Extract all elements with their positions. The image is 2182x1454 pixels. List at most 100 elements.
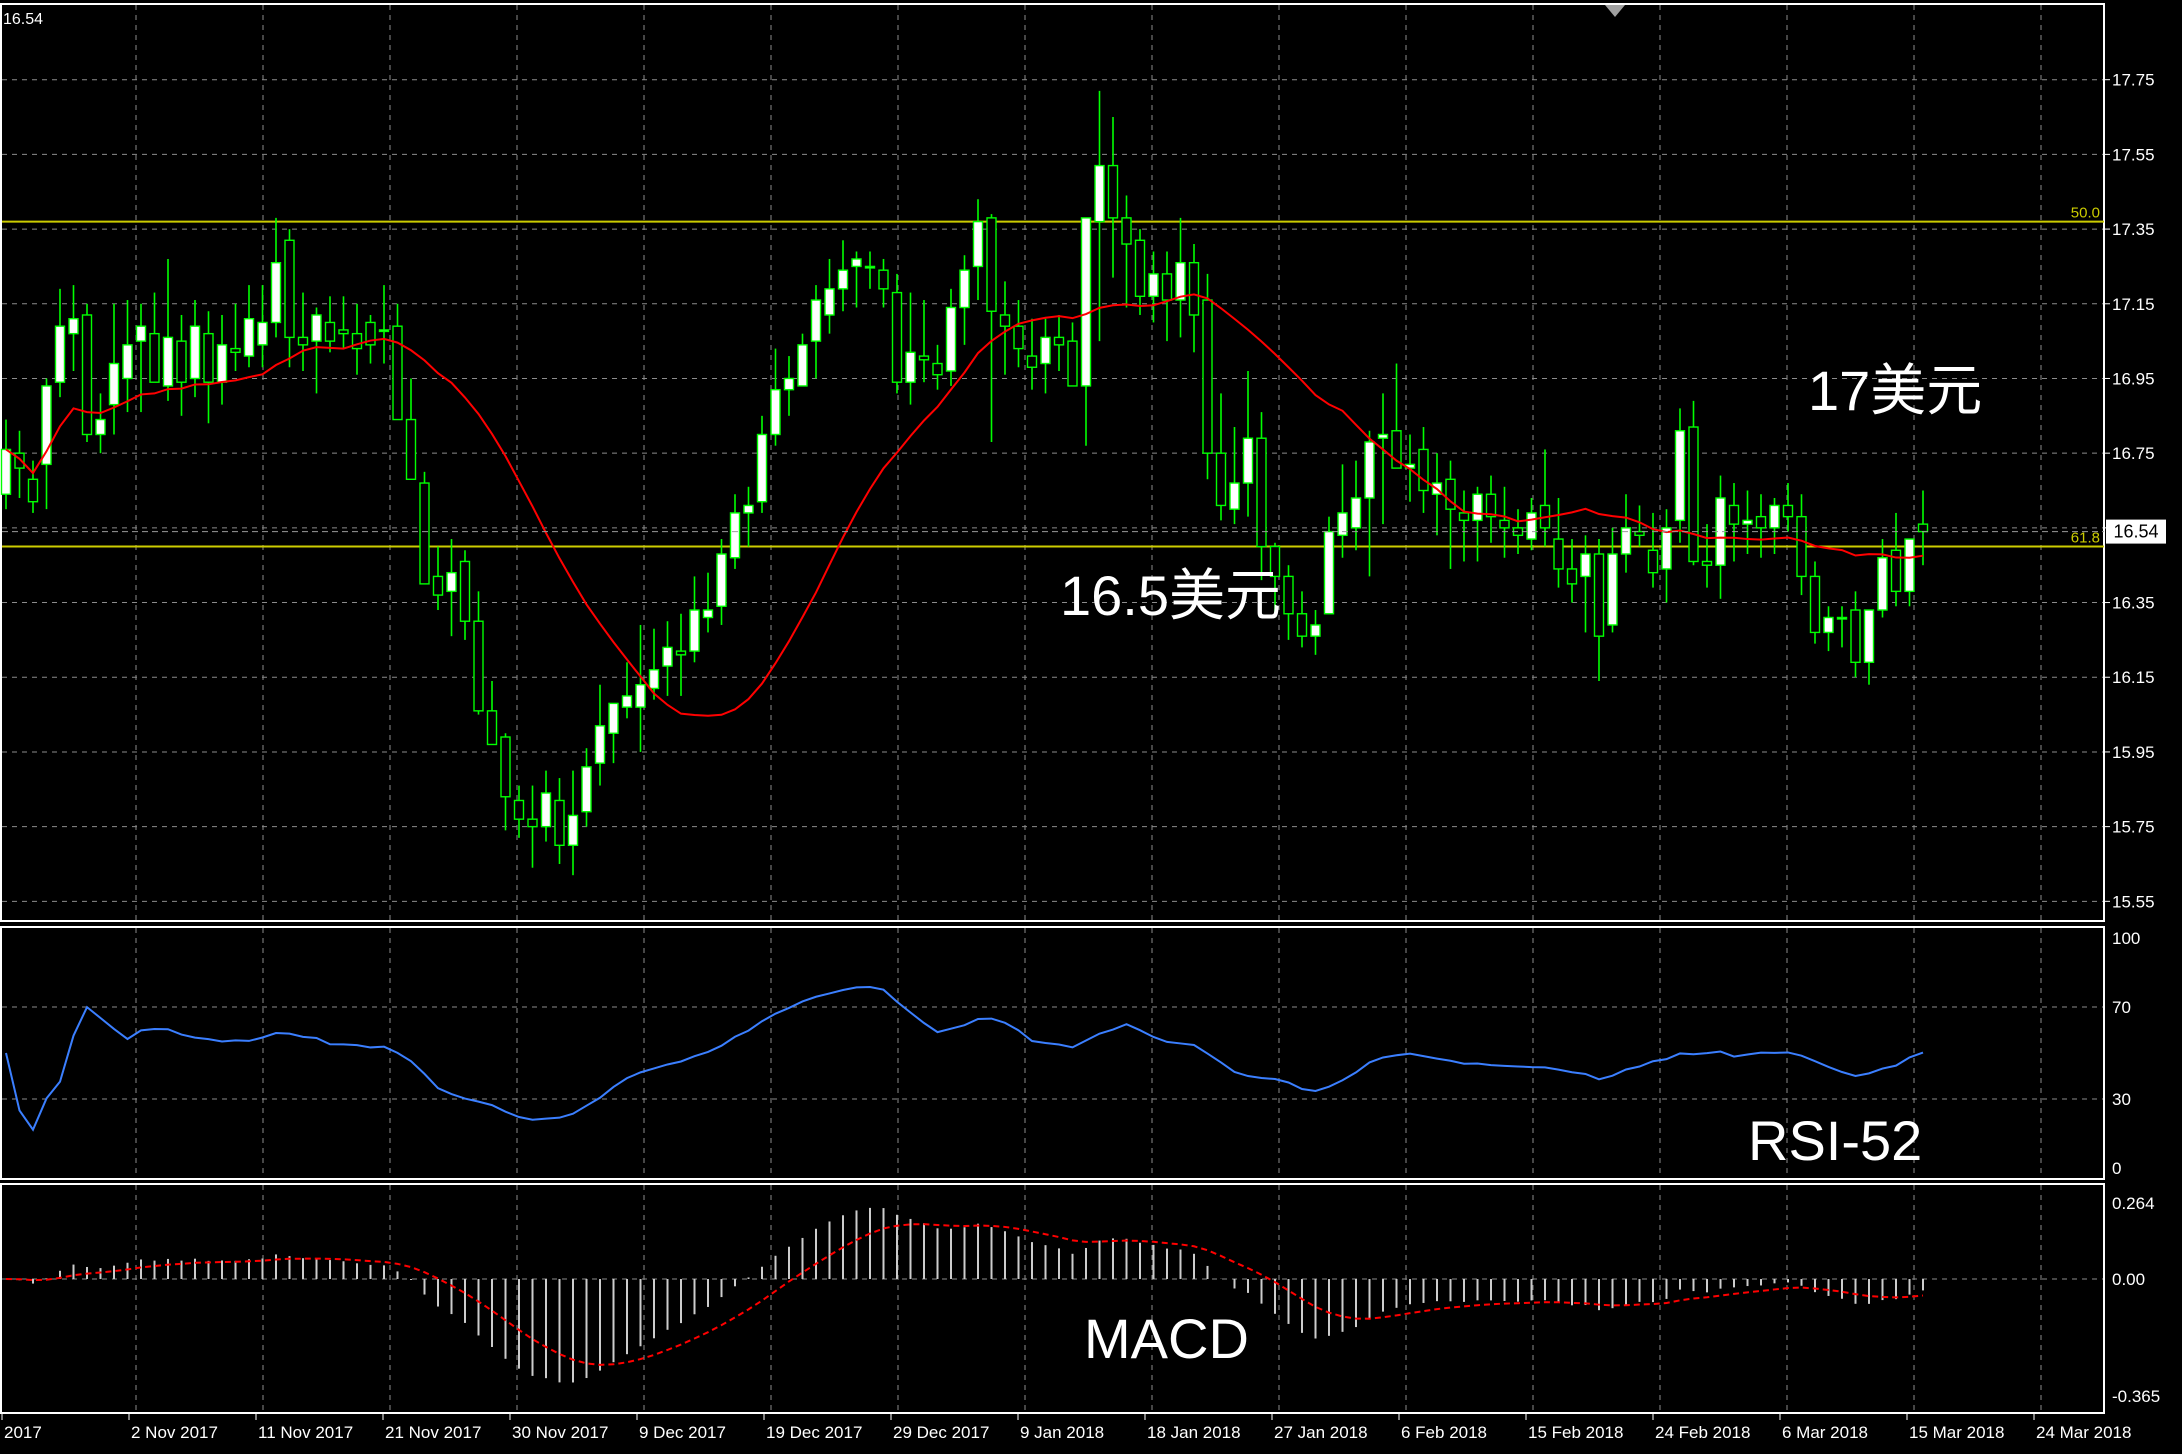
- candle-body: [1593, 553, 1605, 637]
- candle-body: [432, 575, 444, 596]
- price-tick-label: 15.95: [2112, 743, 2155, 762]
- candle-body: [176, 340, 187, 383]
- price-tick-label: 16.95: [2112, 369, 2155, 388]
- candle-body: [594, 725, 606, 764]
- candle-body: [743, 504, 754, 514]
- candle-body: [1863, 609, 1875, 664]
- candle-body: [257, 321, 268, 346]
- candle-body: [729, 512, 741, 559]
- time-tick-label: 2 Nov 2017: [131, 1423, 218, 1442]
- candle-body: [824, 288, 835, 316]
- candle-body: [1161, 273, 1173, 301]
- candle-body: [797, 344, 808, 387]
- candle-body: [311, 314, 322, 342]
- candle-body: [675, 650, 687, 656]
- candle-body: [1377, 433, 1389, 439]
- candle-body: [1053, 336, 1065, 346]
- time-tick-label: 21 Nov 2017: [385, 1423, 481, 1442]
- candle-body: [540, 792, 552, 828]
- candle-body: [1148, 273, 1159, 298]
- price-tick-label: 17.75: [2112, 71, 2155, 90]
- candle-body: [635, 684, 646, 708]
- rsi-tick-label: 30: [2112, 1090, 2131, 1109]
- time-tick-label: 6 Mar 2018: [1782, 1423, 1868, 1442]
- candle-body: [378, 329, 390, 333]
- candle-body: [1458, 512, 1470, 522]
- candle-body: [1566, 568, 1578, 585]
- candle-body: [1350, 497, 1362, 529]
- candle-body: [1418, 448, 1429, 492]
- candle-body: [945, 306, 957, 372]
- candle-body: [1823, 616, 1834, 634]
- candle-body: [1904, 538, 1915, 593]
- candle-body: [1107, 164, 1119, 219]
- rsi-label: RSI-52: [1748, 1109, 1922, 1172]
- chart-canvas: 17.7517.5517.3517.1516.9516.7516.5516.35…: [0, 0, 2182, 1454]
- time-tick-label: 11 Nov 2017: [258, 1423, 353, 1442]
- price-tick-label: 16.35: [2112, 594, 2155, 613]
- candle-body: [1836, 616, 1848, 620]
- candle-body: [1526, 512, 1537, 540]
- candle-body: [162, 336, 174, 387]
- price-tick-label: 16.75: [2112, 444, 2155, 463]
- price-tick-label: 15.75: [2112, 818, 2155, 837]
- candle-body: [54, 325, 66, 383]
- time-tick-label: 24 Feb 2018: [1655, 1423, 1750, 1442]
- candle-body: [1364, 441, 1375, 499]
- candle-body: [1026, 355, 1038, 368]
- candle-body: [851, 258, 862, 268]
- candle-body: [1607, 553, 1618, 626]
- candle-body: [1769, 504, 1780, 529]
- time-tick-label: 15 Mar 2018: [1909, 1423, 2004, 1442]
- current-price-label: 16.54: [2113, 522, 2158, 542]
- time-tick-label: 27 Jan 2018: [1274, 1423, 1368, 1442]
- candle-body: [1850, 609, 1861, 664]
- candle-body: [486, 710, 498, 746]
- time-tick-label: 6 Feb 2018: [1401, 1423, 1487, 1442]
- candle-body: [392, 325, 403, 421]
- candle-body: [1755, 515, 1767, 529]
- time-tick-label: 9 Jan 2018: [1020, 1423, 1104, 1442]
- candle-body: [1877, 557, 1888, 611]
- candle-body: [1728, 504, 1740, 525]
- candle-body: [567, 814, 579, 847]
- candle-body: [1647, 549, 1659, 574]
- candle-body: [135, 325, 147, 342]
- candle-body: [1013, 325, 1024, 350]
- macd-tick-label: -0.365: [2112, 1387, 2160, 1406]
- candle-body: [608, 702, 619, 734]
- candle-body: [837, 269, 849, 290]
- candle-body: [405, 418, 417, 481]
- candle-body: [702, 609, 714, 619]
- macd-label: MACD: [1084, 1307, 1249, 1370]
- candle-body: [1472, 493, 1483, 522]
- candle-body: [1094, 164, 1105, 223]
- candle-body: [500, 736, 511, 798]
- candle-body: [1080, 217, 1092, 387]
- candle-body: [1188, 261, 1200, 316]
- candle-body: [1917, 523, 1929, 533]
- time-tick-label: 19 Dec 2017: [766, 1423, 862, 1442]
- macd-tick-label: 0.264: [2112, 1194, 2155, 1213]
- candle-body: [473, 620, 484, 712]
- candle-body: [756, 433, 768, 503]
- rsi-tick-label: 0: [2112, 1159, 2121, 1178]
- candle-body: [27, 478, 39, 503]
- candle-body: [1215, 452, 1227, 507]
- rsi-tick-label: 70: [2112, 998, 2131, 1017]
- candle-body: [1202, 299, 1213, 454]
- candle-body: [783, 377, 795, 391]
- candle-body: [1499, 519, 1510, 529]
- candle-body: [932, 362, 943, 376]
- candle-body: [716, 553, 727, 607]
- annotation-16-5-usd: 16.5美元: [1060, 564, 1281, 627]
- rsi-tick-label: 100: [2112, 929, 2140, 948]
- candle-body: [621, 695, 633, 708]
- candle-body: [554, 799, 565, 847]
- candle-body: [1634, 530, 1645, 537]
- candle-body: [122, 344, 133, 380]
- candle-body: [459, 560, 471, 622]
- candle-body: [1661, 527, 1672, 570]
- price-tick-label: 15.55: [2112, 892, 2155, 911]
- candle-body: [270, 261, 282, 324]
